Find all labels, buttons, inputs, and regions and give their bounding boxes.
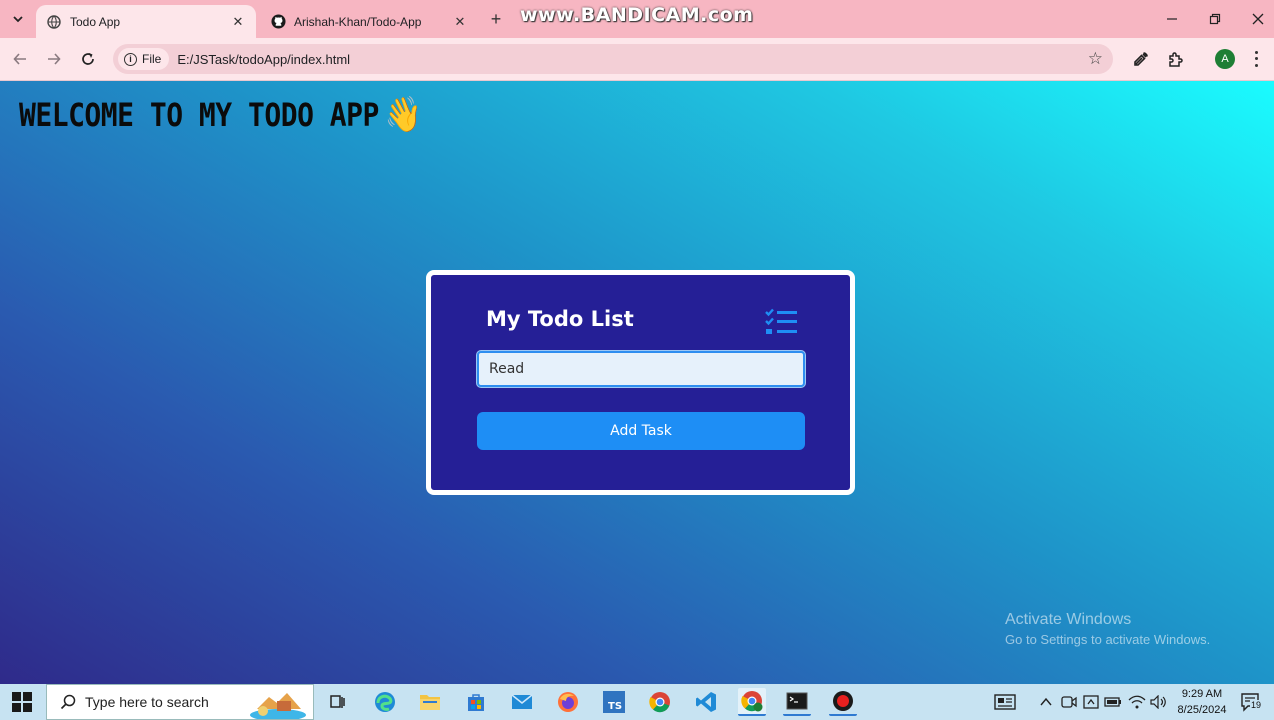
taskbar-search-box[interactable]: Type here to search bbox=[46, 684, 314, 720]
forward-button[interactable] bbox=[42, 47, 66, 71]
tab-title: Todo App bbox=[70, 14, 121, 29]
svg-text:TS: TS bbox=[608, 701, 622, 712]
search-placeholder: Type here to search bbox=[85, 694, 209, 710]
firefox-app[interactable] bbox=[554, 688, 582, 716]
reload-icon bbox=[82, 53, 94, 65]
info-icon: i bbox=[124, 52, 137, 66]
tab-todo-app[interactable]: Todo App ✕ bbox=[36, 5, 256, 38]
welcome-heading: WELCOME TO MY TODO APP 👋 bbox=[19, 95, 422, 135]
minimize-button[interactable] bbox=[1161, 8, 1183, 30]
store-icon bbox=[468, 694, 484, 711]
start-button[interactable] bbox=[12, 692, 32, 712]
restore-button[interactable] bbox=[1204, 8, 1226, 30]
vscode-icon bbox=[696, 692, 716, 712]
minimize-icon bbox=[1167, 18, 1177, 20]
waving-hand-icon: 👋 bbox=[384, 95, 422, 136]
bandicam-watermark: www.BANDICAM.com bbox=[520, 4, 754, 26]
mail-icon bbox=[511, 694, 533, 709]
address-bar[interactable]: i File E:/JSTask/todoApp/index.html ☆ bbox=[113, 44, 1113, 74]
bandicam-app[interactable] bbox=[829, 688, 857, 716]
arrow-left-icon bbox=[13, 53, 26, 65]
tab-github-repo[interactable]: Arishah-Khan/Todo-App ✕ bbox=[260, 5, 478, 38]
extensions-puzzle-icon[interactable] bbox=[1164, 48, 1186, 70]
show-hidden-icons-button[interactable] bbox=[1038, 692, 1054, 712]
search-highlight-illustration bbox=[250, 693, 306, 719]
edge-icon bbox=[375, 692, 395, 712]
tab-search-button[interactable] bbox=[6, 7, 30, 31]
tab-title: Arishah-Khan/Todo-App bbox=[294, 14, 422, 29]
restore-icon bbox=[1209, 13, 1221, 25]
close-icon bbox=[1252, 13, 1264, 25]
firefox-icon bbox=[558, 692, 578, 712]
terminal-icon bbox=[786, 692, 808, 710]
github-icon bbox=[270, 14, 286, 30]
screen-capture-icon[interactable] bbox=[1082, 692, 1100, 712]
record-icon bbox=[833, 691, 853, 711]
new-tab-button[interactable]: + bbox=[486, 9, 506, 29]
close-tab-icon[interactable]: ✕ bbox=[230, 14, 246, 30]
volume-icon[interactable] bbox=[1150, 692, 1168, 712]
edge-app[interactable] bbox=[371, 688, 399, 716]
url-text: E:/JSTask/todoApp/index.html bbox=[177, 51, 351, 67]
folder-icon bbox=[420, 695, 440, 710]
news-widget[interactable] bbox=[992, 692, 1018, 712]
chrome-profile-app[interactable] bbox=[738, 688, 766, 716]
close-tab-icon[interactable]: ✕ bbox=[452, 14, 468, 30]
typescript-app[interactable]: TS bbox=[600, 688, 628, 716]
typescript-icon: TS bbox=[603, 691, 625, 713]
browser-menu-button[interactable] bbox=[1250, 49, 1262, 69]
notification-center-button[interactable]: 19 bbox=[1240, 692, 1263, 712]
checklist-icon bbox=[765, 308, 797, 334]
microsoft-store-app[interactable] bbox=[462, 688, 490, 716]
file-explorer-app[interactable] bbox=[416, 688, 444, 716]
clock-date: 8/25/2024 bbox=[1177, 704, 1227, 716]
site-info-label: File bbox=[142, 52, 162, 66]
close-window-button[interactable] bbox=[1247, 8, 1269, 30]
chrome-icon bbox=[649, 692, 670, 713]
add-task-button[interactable]: Add Task bbox=[477, 412, 805, 450]
clock-time: 9:29 AM bbox=[1181, 688, 1223, 700]
profile-avatar[interactable]: A bbox=[1215, 49, 1235, 69]
chevron-up-icon bbox=[1040, 697, 1052, 706]
chrome-profile-icon bbox=[741, 691, 763, 712]
system-clock[interactable]: 9:29 AM 8/25/2024 bbox=[1172, 686, 1232, 718]
notification-count: 19 bbox=[1250, 700, 1263, 710]
activate-subtitle: Go to Settings to activate Windows. bbox=[1005, 632, 1211, 647]
task-input[interactable] bbox=[477, 351, 805, 387]
meet-now-icon[interactable] bbox=[1060, 692, 1078, 712]
reload-button[interactable] bbox=[76, 47, 100, 71]
bookmark-star-icon[interactable]: ☆ bbox=[1088, 49, 1103, 69]
site-info-chip[interactable]: i File bbox=[118, 48, 170, 70]
terminal-app[interactable] bbox=[783, 688, 811, 716]
chrome-app[interactable] bbox=[646, 688, 674, 716]
back-button[interactable] bbox=[8, 47, 32, 71]
arrow-right-icon bbox=[48, 53, 61, 65]
task-view-icon bbox=[330, 695, 345, 708]
chevron-down-icon bbox=[13, 16, 23, 23]
windows-logo-icon bbox=[12, 692, 21, 701]
card-title: My Todo List bbox=[486, 307, 634, 331]
battery-icon[interactable] bbox=[1104, 692, 1122, 712]
activate-title: Activate Windows bbox=[1005, 611, 1132, 628]
windows-taskbar: Type here to search TS 9:29 AM 8/25/2024… bbox=[0, 684, 1274, 720]
eyedropper-icon[interactable] bbox=[1130, 48, 1152, 70]
wifi-icon[interactable] bbox=[1128, 692, 1146, 712]
browser-toolbar: i File E:/JSTask/todoApp/index.html ☆ bbox=[0, 38, 1274, 81]
task-view-button[interactable] bbox=[323, 688, 351, 716]
tab-strip: Todo App ✕ Arishah-Khan/Todo-App ✕ + www… bbox=[0, 0, 1274, 38]
news-icon bbox=[994, 694, 1016, 710]
search-icon bbox=[59, 693, 77, 711]
page-viewport: WELCOME TO MY TODO APP👋 My Todo List Add… bbox=[0, 81, 1274, 684]
vscode-app[interactable] bbox=[692, 688, 720, 716]
todo-card: My Todo List Add Task bbox=[426, 270, 855, 495]
activate-windows-watermark: Activate Windows Go to Settings to activ… bbox=[1005, 611, 1210, 647]
globe-icon bbox=[46, 14, 62, 30]
welcome-text: WELCOME TO MY TODO APP bbox=[19, 96, 379, 135]
mail-app[interactable] bbox=[508, 688, 536, 716]
